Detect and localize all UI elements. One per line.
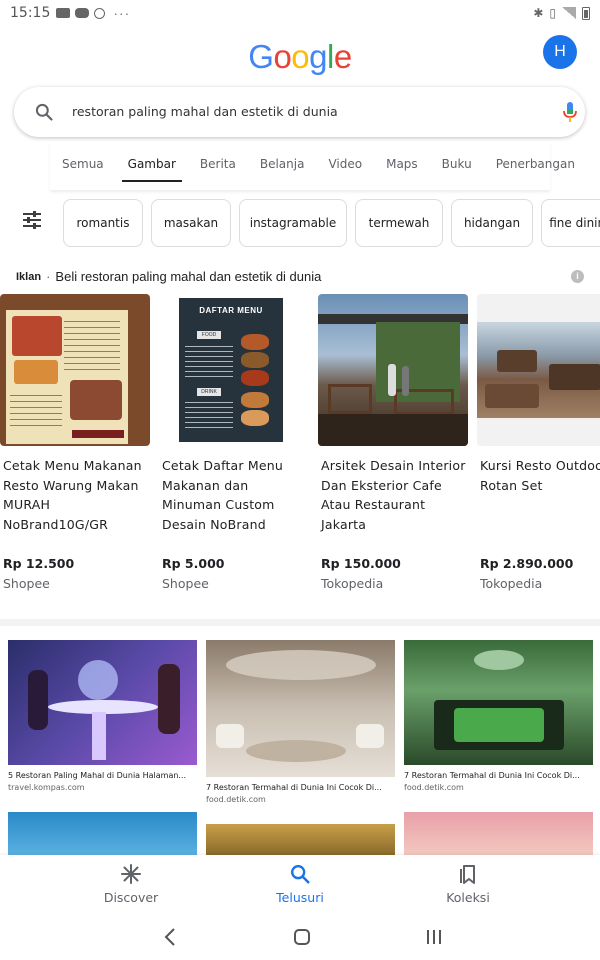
search-bar[interactable]: restoran paling mahal dan estetik di dun… <box>14 87 585 137</box>
result-title: 5 Restoran Paling Mahal di Dunia Halaman… <box>8 771 187 780</box>
product-card[interactable]: Kursi Resto Outdoor Rotan Set Rp 2.890.0… <box>477 294 600 591</box>
more-notifications-icon: ··· <box>113 5 131 21</box>
tab-penerbangan[interactable]: Penerbangan <box>484 142 587 186</box>
product-card[interactable]: Cetak Menu Makanan Resto Warung Makan MU… <box>0 294 150 591</box>
account-avatar[interactable]: H <box>543 35 577 69</box>
microphone-icon[interactable] <box>562 101 578 123</box>
bottom-navigation: Discover Telusuri Koleksi <box>0 855 600 915</box>
vibrate-icon: ▯ <box>549 6 556 20</box>
chip[interactable]: fine dining <box>541 199 600 247</box>
system-navigation <box>0 915 600 960</box>
product-store: Shopee <box>3 576 50 591</box>
tab-video[interactable]: Video <box>316 142 374 186</box>
result-title: 7 Restoran Termahal di Dunia Ini Cocok D… <box>206 783 382 792</box>
tab-belanja[interactable]: Belanja <box>248 142 317 186</box>
product-name: Cetak Daftar Menu Makanan dan Minuman Cu… <box>162 458 284 532</box>
product-name: Arsitek Desain Interior Dan Eksterior Ca… <box>321 458 466 532</box>
product-name: Cetak Menu Makanan Resto Warung Makan MU… <box>3 458 142 532</box>
product-store: Tokopedia <box>321 576 384 591</box>
section-divider <box>0 619 600 626</box>
youtube-icon <box>75 8 90 18</box>
tab-gambar[interactable]: Gambar <box>116 142 188 186</box>
result-source: food.detik.com <box>404 783 464 792</box>
product-carousel: Cetak Menu Makanan Resto Warung Makan MU… <box>0 294 600 604</box>
product-image: DAFTAR MENU FOOD DRINK <box>159 294 309 446</box>
product-store: Tokopedia <box>480 576 543 591</box>
product-price: Rp 150.000 <box>321 556 401 571</box>
logo-letter: g <box>309 38 328 75</box>
ad-label: Iklan <box>16 270 42 283</box>
tab-buku[interactable]: Buku <box>430 142 484 186</box>
result-image <box>404 640 593 765</box>
product-price: Rp 2.890.000 <box>480 556 574 571</box>
search-tabs: Semua Gambar Berita Belanja Video Maps Buku Pen… <box>50 142 575 190</box>
bluetooth-icon: ✱ <box>533 6 544 20</box>
search-icon[interactable] <box>34 102 54 122</box>
product-store: Shopee <box>162 576 209 591</box>
recent-apps-icon[interactable] <box>425 927 443 947</box>
product-image <box>0 294 150 446</box>
asterisk-icon <box>121 864 141 884</box>
google-logo: Google <box>0 38 600 76</box>
home-icon[interactable] <box>293 927 311 947</box>
chip[interactable]: masakan <box>151 199 231 247</box>
nav-koleksi[interactable]: Koleksi <box>408 863 528 905</box>
status-time: 15:15 <box>10 5 51 21</box>
menu-title-text: DAFTAR MENU <box>199 306 263 315</box>
chip[interactable]: hidangan <box>451 199 533 247</box>
product-image <box>318 294 468 446</box>
image-result[interactable] <box>206 824 395 855</box>
product-card[interactable]: Arsitek Desain Interior Dan Eksterior Ca… <box>318 294 468 591</box>
result-image <box>8 640 197 765</box>
image-result[interactable]: 7 Restoran Termahal di Dunia Ini Cocok D… <box>404 640 593 792</box>
result-source: food.detik.com <box>206 795 266 804</box>
image-result[interactable]: 7 Restoran Termahal di Dunia Ini Cocok D… <box>206 640 395 804</box>
video-call-icon <box>56 8 71 18</box>
product-price: Rp 12.500 <box>3 556 75 571</box>
tab-maps[interactable]: Maps <box>374 142 430 186</box>
filter-icon[interactable] <box>22 210 42 230</box>
logo-letter: o <box>273 38 292 75</box>
logo-letter: e <box>333 38 352 75</box>
result-source: travel.kompas.com <box>8 783 85 792</box>
search-input[interactable]: restoran paling mahal dan estetik di dun… <box>72 104 338 119</box>
result-title: 7 Restoran Termahal di Dunia Ini Cocok D… <box>404 771 580 780</box>
ads-header: Iklan · Beli restoran paling mahal dan e… <box>16 269 322 284</box>
chip[interactable]: termewah <box>355 199 443 247</box>
info-icon[interactable]: i <box>571 270 584 283</box>
bookmarks-icon <box>460 865 475 884</box>
image-result[interactable]: 5 Restoran Paling Mahal di Dunia Halaman… <box>8 640 197 792</box>
tab-berita[interactable]: Berita <box>188 142 248 186</box>
logo-letter: l <box>327 38 334 75</box>
back-icon[interactable] <box>163 927 177 947</box>
nav-discover[interactable]: Discover <box>71 863 191 905</box>
image-result[interactable] <box>8 812 197 855</box>
ads-title: Beli restoran paling mahal dan estetik d… <box>55 269 322 284</box>
signal-icon <box>562 7 576 19</box>
battery-icon <box>582 6 590 20</box>
product-price: Rp 5.000 <box>162 556 225 571</box>
logo-letter: G <box>248 38 274 75</box>
instagram-icon <box>94 7 106 19</box>
image-result[interactable] <box>404 812 593 855</box>
related-chips: romantis masakan instagramable termewah hida… <box>63 199 600 247</box>
status-bar: 15:15 ··· ✱ ▯ <box>0 0 600 26</box>
tab-semua[interactable]: Semua <box>50 142 116 186</box>
product-name: Kursi Resto Outdoor Rotan Set <box>480 458 600 493</box>
logo-letter: o <box>291 38 310 75</box>
chip[interactable]: instagramable <box>239 199 347 247</box>
chip[interactable]: romantis <box>63 199 143 247</box>
search-icon <box>291 865 310 884</box>
product-card[interactable]: DAFTAR MENU FOOD DRINK Cetak Daftar Menu… <box>159 294 309 591</box>
result-image <box>206 640 395 777</box>
nav-telusuri[interactable]: Telusuri <box>240 863 360 905</box>
product-image <box>477 294 600 446</box>
